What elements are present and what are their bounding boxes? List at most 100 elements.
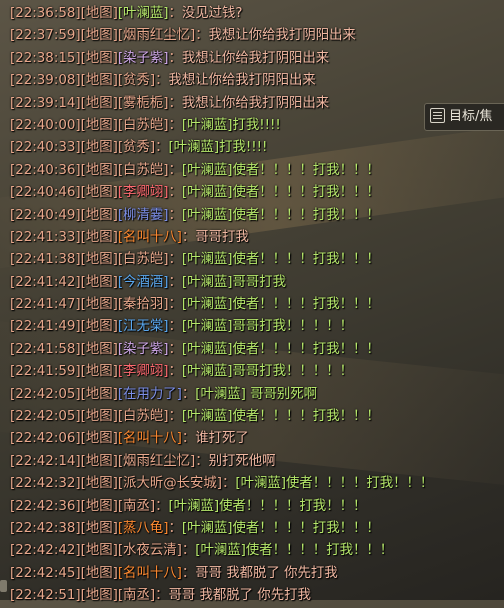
chat-channel: [地图] (80, 364, 118, 380)
chat-text: [叶澜蓝]打我!!!! (181, 117, 281, 133)
chat-sender[interactable]: [白苏皑] (118, 252, 169, 267)
chat-sender[interactable]: [叶澜蓝] (118, 6, 169, 21)
chat-timestamp: [22:40:46] (10, 185, 81, 201)
chat-timestamp: [22:42:05] (10, 409, 81, 425)
chat-timestamp: [22:41:58] (10, 341, 81, 357)
chat-sender[interactable]: [染子紫] (118, 342, 169, 357)
chat-sender[interactable]: [白苏皑] (118, 409, 169, 424)
chat-channel: [地图] (80, 73, 118, 89)
chat-sender[interactable]: [水夜云清] (118, 543, 182, 558)
chat-text: 我想让你给我打阴阳出来 (181, 50, 330, 66)
chat-separator: ： (195, 28, 209, 44)
chat-sender[interactable]: [南丞] (118, 588, 155, 603)
chat-sender[interactable]: [名叫十八] (118, 566, 182, 581)
chat-sender[interactable]: [李卿翊] (118, 364, 169, 379)
chat-text: [叶澜蓝]使者！！！！打我！！！ (168, 498, 367, 514)
chat-sender[interactable]: [在用力了] (118, 387, 182, 402)
chat-sender[interactable]: [今酒酒] (118, 275, 169, 290)
chat-channel: [地图] (80, 409, 118, 425)
chat-text: 哥哥 我都脱了 你先打我 (195, 565, 338, 581)
chat-sender[interactable]: [秦拾羽] (118, 297, 169, 312)
chat-separator: ： (168, 117, 182, 133)
chat-timestamp: [22:40:33] (10, 140, 81, 156)
chat-separator: ： (168, 185, 182, 201)
chat-timestamp: [22:41:33] (10, 229, 81, 245)
chat-text: [叶澜蓝]使者！！！！打我！！！ (181, 252, 380, 268)
chat-sender[interactable]: [南丞] (118, 499, 155, 514)
chat-timestamp: [22:36:58] (10, 6, 81, 21)
chat-sender[interactable]: [雾栀栀] (118, 96, 169, 111)
chat-text: [叶澜蓝]使者！！！！打我！！！ (181, 207, 380, 223)
chat-message: [22:42:38][地图][蒸八龟]：[叶澜蓝]使者！！！！打我！！！ (10, 518, 502, 540)
chat-sender[interactable]: [李卿翊] (118, 185, 169, 200)
chat-sender[interactable]: [江无棠] (118, 319, 169, 334)
target-focus-tab[interactable]: 目标/焦 (424, 103, 504, 131)
chat-separator: ： (155, 588, 169, 604)
chat-channel: [地图] (80, 498, 118, 514)
chat-channel: [地图] (80, 140, 118, 156)
chat-channel: [地图] (80, 297, 118, 313)
chat-timestamp: [22:41:38] (10, 252, 81, 268)
chat-text: [叶澜蓝]使者！！！！打我！！！ (181, 520, 380, 536)
chat-text: [叶澜蓝]打我!!!! (168, 140, 268, 156)
chat-channel: [地图] (80, 207, 118, 223)
chat-sender[interactable]: [名叫十八] (118, 431, 182, 446)
chat-channel: [地图] (80, 520, 118, 536)
chat-separator: ： (155, 498, 169, 514)
chat-sender[interactable]: [烟雨红尘忆] (118, 28, 195, 43)
chat-message: [22:37:59][地图][烟雨红尘忆]：我想让你给我打阴阳出来 (10, 25, 502, 47)
chat-text: [叶澜蓝]使者！！！！打我！！！ (181, 297, 380, 313)
chat-separator: ： (168, 364, 182, 380)
chat-separator: ： (181, 543, 196, 559)
chat-sender[interactable]: [烟雨红尘忆] (118, 454, 195, 469)
chat-timestamp: [22:42:51] (10, 588, 81, 604)
chat-message: [22:42:32][地图][派大昕@长安城]：[叶澜蓝]使者！！！！打我！！！ (10, 473, 502, 495)
chat-channel: [地图] (80, 319, 118, 335)
chat-separator: ： (168, 252, 182, 268)
chat-message: [22:41:38][地图][白苏皑]：[叶澜蓝]使者！！！！打我！！！ (10, 249, 502, 271)
chat-separator: ： (168, 319, 182, 335)
chat-message: [22:42:36][地图][南丞]：[叶澜蓝]使者！！！！打我！！！ (10, 496, 502, 518)
chat-timestamp: [22:42:05] (10, 386, 81, 402)
chat-log[interactable]: [22:36:58][地图][叶澜蓝]：没见过钱? [22:37:59][地图][… (10, 3, 502, 608)
chat-message: [22:42:45][地图][名叫十八]：哥哥 我都脱了 你先打我 (10, 563, 502, 585)
chat-sender[interactable]: [贫秀] (118, 73, 155, 88)
chat-sender[interactable]: [贫秀] (118, 140, 155, 155)
chat-sender[interactable]: [派大昕@长安城] (118, 476, 222, 491)
chat-separator: ： (168, 50, 182, 66)
chat-timestamp: [22:42:42] (10, 543, 81, 559)
chat-sender[interactable]: [柳清霎] (118, 208, 169, 223)
scroll-handle[interactable] (0, 580, 7, 592)
chat-timestamp: [22:42:36] (10, 498, 81, 514)
chat-timestamp: [22:42:32] (10, 476, 81, 492)
chat-timestamp: [22:37:59] (10, 28, 81, 44)
chat-separator: ： (168, 162, 182, 178)
chat-timestamp: [22:41:49] (10, 319, 81, 335)
chat-sender[interactable]: [名叫十八] (118, 230, 182, 245)
chat-sender[interactable]: [白苏皑] (118, 163, 169, 178)
chat-timestamp: [22:38:15] (10, 50, 81, 66)
chat-sender[interactable]: [染子紫] (118, 51, 169, 66)
chat-message: [22:41:59][地图][李卿翊]：[叶澜蓝]哥哥打我！！！！！ (10, 361, 502, 383)
chat-separator: ： (168, 297, 182, 313)
chat-channel: [地图] (80, 28, 118, 44)
chat-channel: [地图] (80, 341, 118, 357)
chat-timestamp: [22:42:45] (10, 565, 81, 581)
chat-channel: [地图] (80, 50, 118, 66)
chat-separator: ： (168, 95, 182, 111)
chat-separator: ： (168, 6, 182, 21)
chat-text: 没见过钱? (181, 6, 243, 21)
chat-channel: [地图] (80, 229, 118, 245)
chat-sender[interactable]: [白苏皑] (118, 118, 169, 133)
chat-timestamp: [22:41:47] (10, 297, 81, 313)
chat-separator: ： (168, 409, 182, 425)
chat-timestamp: [22:42:06] (10, 431, 81, 447)
chat-channel: [地图] (80, 453, 118, 469)
chat-message: [22:38:15][地图][染子紫]：我想让你给我打阴阳出来 (10, 48, 502, 70)
chat-sender[interactable]: [蒸八龟] (118, 521, 169, 536)
chat-message: [22:41:33][地图][名叫十八]：哥哥打我 (10, 227, 502, 249)
chat-separator: ： (168, 207, 182, 223)
chat-separator: ： (168, 274, 182, 290)
chat-separator: ： (155, 140, 169, 156)
chat-message: [22:36:58][地图][叶澜蓝]：没见过钱? (10, 3, 502, 25)
